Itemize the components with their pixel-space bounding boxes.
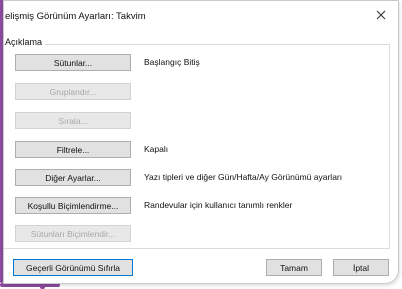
format-columns-button[interactable]: Sütunları Biçimlendir...	[15, 225, 131, 242]
conditional-formatting-description: Randevular için kullanıcı tanımlı renkle…	[144, 200, 293, 210]
other-settings-button[interactable]: Diğer Ayarlar...	[15, 169, 131, 186]
advanced-view-settings-dialog: elişmiş Görünüm Ayarları: Takvim Açıklam…	[3, 0, 399, 284]
cancel-button[interactable]: İptal	[333, 259, 389, 276]
group-label: Açıklama	[5, 37, 46, 47]
reset-current-view-button[interactable]: Geçerli Görünümü Sıfırla	[13, 259, 133, 276]
filter-description: Kapalı	[144, 144, 169, 154]
sort-button[interactable]: Sırala...	[15, 112, 131, 129]
window-title: elişmiş Görünüm Ayarları: Takvim	[5, 11, 146, 22]
close-icon[interactable]	[374, 8, 388, 22]
other-settings-description: Yazı tipleri ve diğer Gün/Hafta/Ay Görün…	[144, 172, 343, 182]
columns-description: Başlangıç Bitiş	[144, 57, 200, 67]
columns-button[interactable]: Sütunlar...	[15, 54, 131, 71]
ok-button[interactable]: Tamam	[266, 259, 322, 276]
group-by-button[interactable]: Gruplandır...	[15, 83, 131, 100]
title-bar: elişmiş Görünüm Ayarları: Takvim	[4, 1, 398, 29]
filter-button[interactable]: Filtrele...	[15, 141, 131, 158]
conditional-formatting-button[interactable]: Koşullu Biçimlendirme...	[15, 197, 131, 214]
